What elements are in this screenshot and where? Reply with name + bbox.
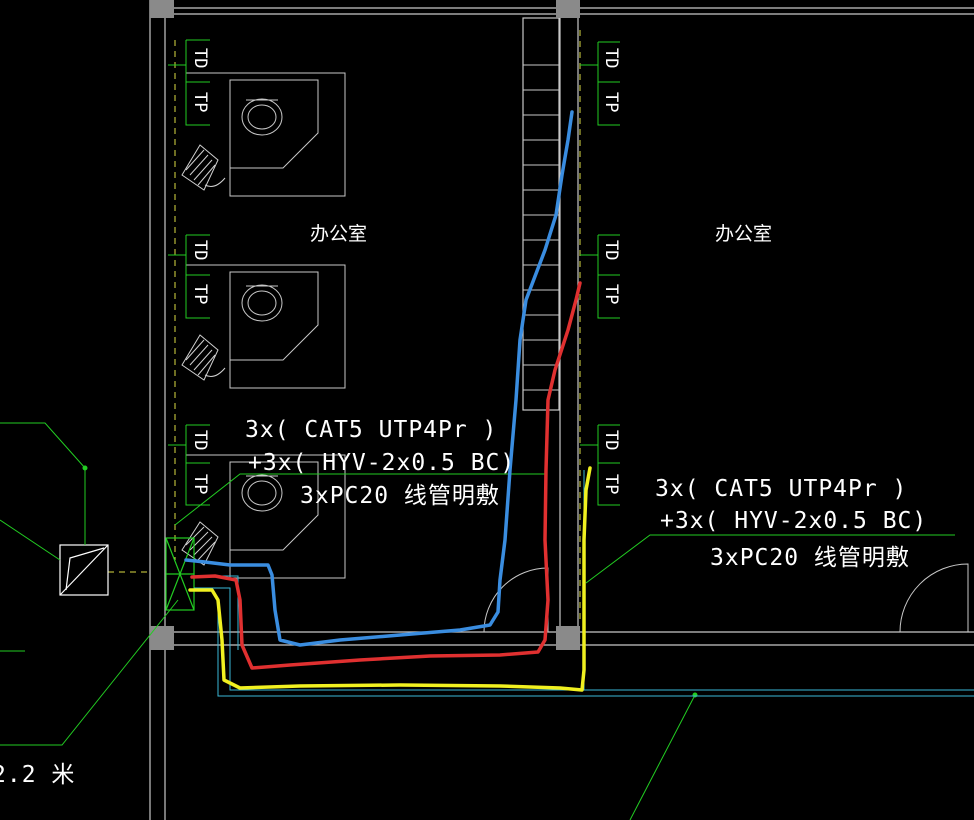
- room-label: 办公室: [715, 223, 772, 245]
- column: [556, 0, 580, 18]
- chair: [241, 474, 283, 512]
- outlet-label-td: TD: [190, 48, 210, 68]
- cable-note-right: 3x( CAT5 UTP4Pr ) +3x( HYV-2x0.5 BC) 3xP…: [655, 476, 927, 571]
- outlet-label-td: TD: [601, 240, 621, 260]
- note-line: 3xPC20 线管明敷: [710, 545, 910, 571]
- keyboard-icon: [181, 334, 226, 381]
- outlet-label-tp: TP: [190, 474, 210, 494]
- note-line: 3xPC20 线管明敷: [300, 483, 500, 509]
- columns: [150, 0, 580, 650]
- room-label: 办公室: [310, 223, 367, 245]
- distribution-panel: [59, 544, 109, 596]
- desk-equipment: [181, 144, 226, 566]
- outlet-label-tp: TP: [601, 474, 621, 494]
- outlet-label-td: TD: [601, 48, 621, 68]
- note-line: +3x( HYV-2x0.5 BC): [248, 450, 515, 476]
- chair: [241, 284, 283, 322]
- outlet-label-td: TD: [601, 430, 621, 450]
- height-note: 2.2 米: [0, 762, 75, 788]
- note-line: 3x( CAT5 UTP4Pr ): [655, 476, 907, 502]
- column: [556, 626, 580, 650]
- blue-cable: [184, 110, 574, 647]
- junction-box: [165, 537, 195, 611]
- keyboard-icon: [181, 144, 226, 191]
- note-line: +3x( HYV-2x0.5 BC): [660, 508, 927, 534]
- column: [150, 626, 174, 650]
- doors: [483, 563, 969, 633]
- outlet-label-tp: TP: [190, 284, 210, 304]
- cad-drawing: TD TP TD TP TD TP TD TP TD TP TD TP 办公室 …: [0, 0, 974, 820]
- cable-note-left: 3x( CAT5 UTP4Pr ) +3x( HYV-2x0.5 BC) 3xP…: [245, 417, 515, 509]
- outlet-label-td: TD: [190, 240, 210, 260]
- outlet-label-tp: TP: [190, 92, 210, 112]
- outlet-label-tp: TP: [601, 284, 621, 304]
- outlet-label-td: TD: [190, 430, 210, 450]
- column: [150, 0, 174, 18]
- outlet-label-tp: TP: [601, 92, 621, 112]
- centerlines: [108, 30, 581, 620]
- note-line: 3x( CAT5 UTP4Pr ): [245, 417, 497, 443]
- chair: [241, 98, 283, 136]
